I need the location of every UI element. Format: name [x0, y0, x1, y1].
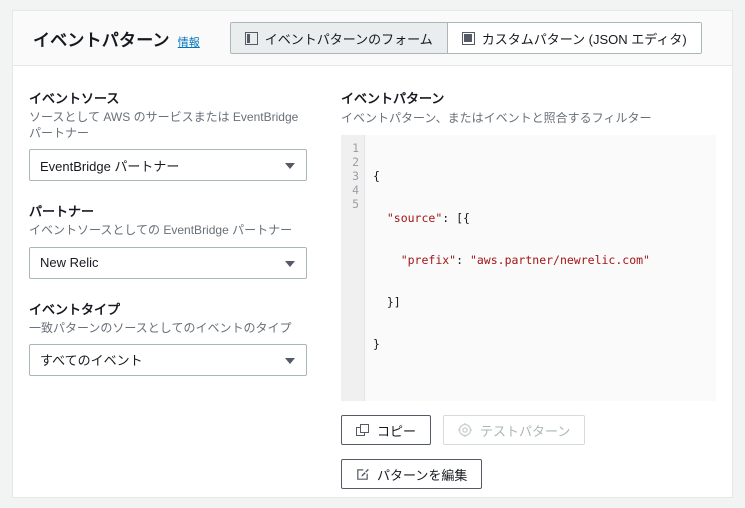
- test-pattern-button-label: テストパターン: [480, 423, 571, 439]
- tab-event-pattern-form[interactable]: イベントパターンのフォーム: [230, 23, 447, 53]
- panel-left-icon: [244, 31, 258, 45]
- copy-icon: [356, 423, 369, 437]
- panel-header: イベントパターン 情報 イベントパターンのフォーム カスタムパターン (JSON…: [13, 11, 732, 66]
- copy-button-label: コピー: [377, 423, 417, 439]
- partner-select[interactable]: New Relic: [29, 246, 307, 279]
- info-link[interactable]: 情報: [178, 34, 200, 50]
- tab-custom-pattern-json-editor-label: カスタムパターン (JSON エディタ): [481, 31, 687, 47]
- field-event-type-label: イベントタイプ: [29, 301, 121, 317]
- event-pattern-panel: イベントパターン 情報 イベントパターンのフォーム カスタムパターン (JSON…: [12, 10, 733, 498]
- event-pattern-code-editor[interactable]: 1 2 3 4 5 { "source": [{ "prefix": "aws.…: [341, 135, 716, 401]
- line-number: 2: [352, 155, 359, 169]
- event-type-select-value: すべてのイベント: [40, 353, 143, 369]
- edit-square-icon: [357, 468, 369, 480]
- pattern-mode-tab-group: イベントパターンのフォーム カスタムパターン (JSON エディタ): [229, 22, 702, 54]
- field-partner-description: イベントソースとしての EventBridge パートナー: [29, 223, 293, 238]
- field-partner-label: パートナー: [29, 204, 95, 220]
- event-pattern-label: イベントパターン: [341, 91, 445, 106]
- copy-button[interactable]: コピー: [341, 415, 432, 445]
- event-type-select[interactable]: すべてのイベント: [29, 343, 307, 376]
- page-title: イベントパターン: [33, 30, 170, 50]
- line-number: 3: [352, 169, 359, 183]
- line-number: 5: [352, 197, 359, 211]
- event-pattern-preview: イベントパターン イベントパターン、またはイベントと照合するフィルター 1 2 …: [341, 88, 716, 489]
- code-line: }]: [373, 295, 401, 309]
- chevron-down-icon: [285, 260, 295, 267]
- page-title-group: イベントパターン 情報: [33, 26, 200, 51]
- field-event-source: イベントソース ソースとして AWS のサービスまたは EventBridge …: [29, 88, 319, 182]
- event-source-select-value: EventBridge パートナー: [40, 158, 180, 174]
- field-event-source-label: イベントソース: [29, 91, 120, 106]
- code-line: }: [373, 337, 380, 351]
- code-line: "prefix": "aws.partner/newrelic.com": [400, 253, 650, 267]
- code-line: {: [373, 169, 380, 183]
- panel-filled-icon: [461, 31, 475, 45]
- edit-pattern-button[interactable]: パターンを編集: [341, 459, 483, 489]
- event-pattern-description: イベントパターン、またはイベントと照合するフィルター: [341, 111, 652, 125]
- event-source-select[interactable]: EventBridge パートナー: [29, 149, 307, 182]
- pattern-action-row-primary: コピー テストパターン: [341, 415, 716, 445]
- field-event-type: イベントタイプ 一致パターンのソースとしてのイベントのタイプ すべてのイベント: [29, 299, 319, 376]
- code-line: "source": [{: [386, 211, 470, 225]
- tab-event-pattern-form-label: イベントパターンのフォーム: [264, 31, 433, 47]
- edit-pattern-button-label: パターンを編集: [377, 467, 468, 483]
- chevron-down-icon: [285, 163, 295, 170]
- partner-select-value: New Relic: [40, 255, 99, 271]
- line-number: 4: [352, 183, 359, 197]
- field-event-type-description: 一致パターンのソースとしてのイベントのタイプ: [29, 320, 292, 335]
- event-source-form: イベントソース ソースとして AWS のサービスまたは EventBridge …: [29, 88, 319, 489]
- pattern-action-row-secondary: パターンを編集: [341, 459, 716, 489]
- test-pattern-button[interactable]: テストパターン: [443, 415, 586, 445]
- line-number: 1: [352, 141, 359, 155]
- field-event-source-description: ソースとして AWS のサービスまたは EventBridge パートナー: [29, 110, 299, 141]
- code-content[interactable]: { "source": [{ "prefix": "aws.partner/ne…: [365, 135, 716, 401]
- field-partner: パートナー イベントソースとしての EventBridge パートナー New …: [29, 201, 319, 279]
- line-number-gutter: 1 2 3 4 5: [341, 135, 365, 401]
- chevron-down-icon: [285, 357, 295, 364]
- gear-icon: [458, 423, 473, 437]
- tab-custom-pattern-json-editor[interactable]: カスタムパターン (JSON エディタ): [446, 23, 701, 53]
- panel-body: イベントソース ソースとして AWS のサービスまたは EventBridge …: [13, 66, 732, 489]
